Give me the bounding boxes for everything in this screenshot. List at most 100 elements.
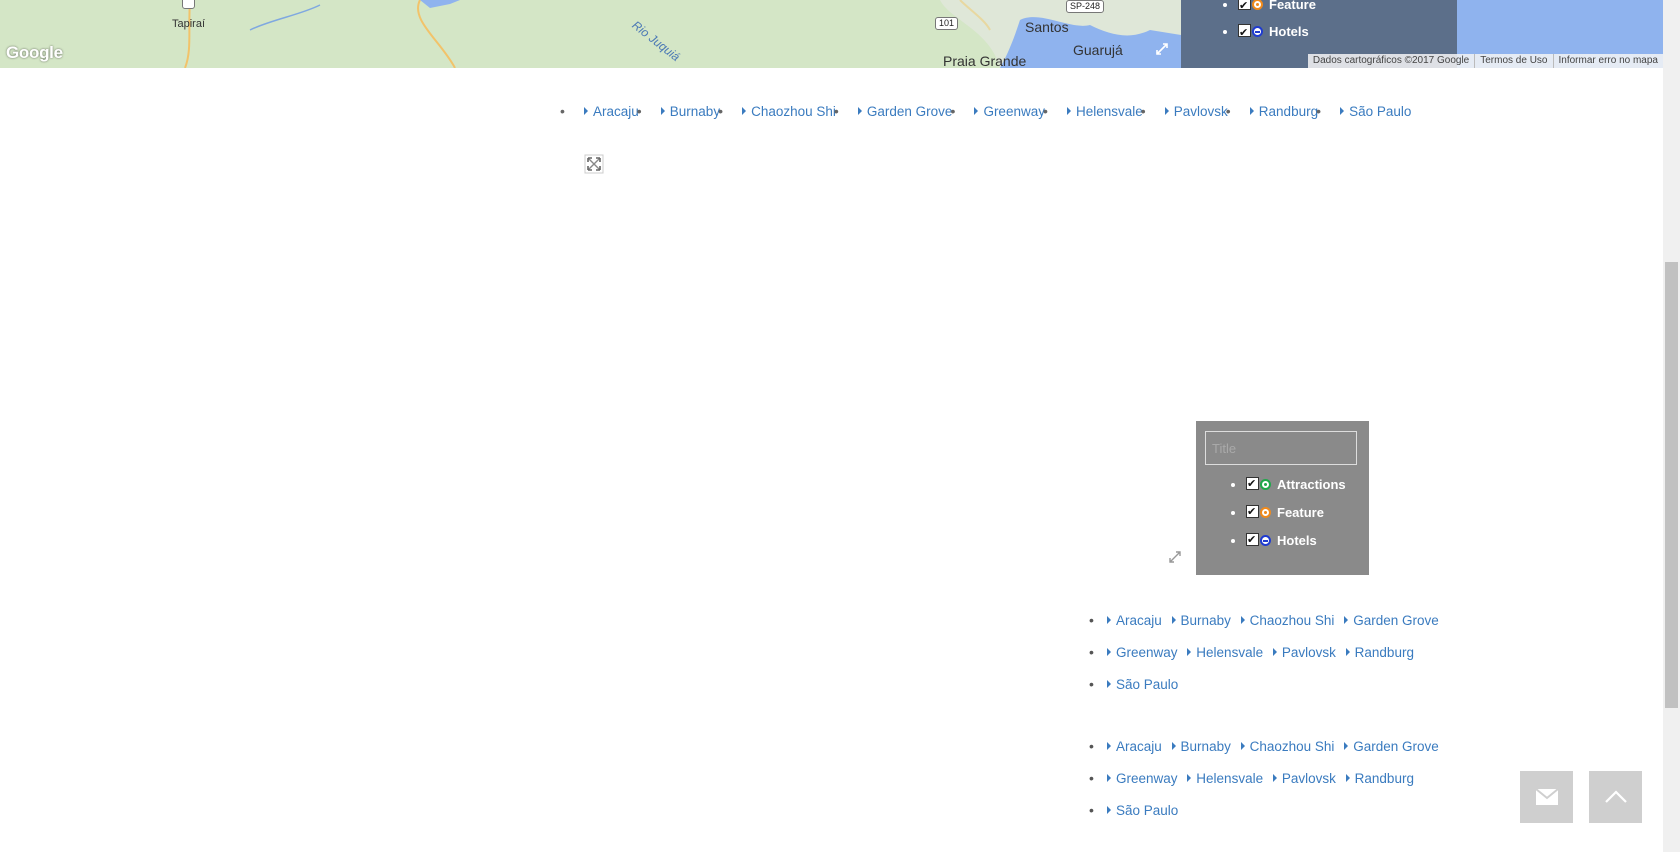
city-link[interactable]: Helensvale — [1196, 645, 1263, 660]
map-label-guaruja: Guarujá — [1073, 42, 1123, 58]
city-block-list: Aracaju Burnaby Chaozhou Shi Garden Grov… — [1085, 736, 1445, 833]
caret-right-icon — [1187, 774, 1192, 782]
caret-right-icon — [1107, 774, 1111, 782]
legend-list: Attractions Feature Hotels — [1196, 475, 1346, 560]
caret-right-icon — [1171, 742, 1176, 750]
caret-right-icon — [974, 107, 979, 115]
route-shield-sp248: SP-248 — [1066, 0, 1105, 13]
checkbox[interactable] — [1246, 503, 1259, 521]
caret-right-icon — [584, 107, 588, 115]
scrollbar-thumb[interactable] — [1665, 262, 1678, 708]
city-link[interactable]: Pavlovsk — [1174, 104, 1228, 119]
checkbox[interactable] — [1238, 0, 1251, 17]
city-link[interactable]: Greenway — [1116, 645, 1178, 660]
checkbox[interactable] — [1246, 531, 1259, 549]
city-link-item[interactable]: Burnaby — [637, 103, 720, 119]
caret-right-icon — [742, 107, 747, 115]
caret-right-icon — [1345, 774, 1350, 782]
map-legend-item-hotels[interactable]: Hotels — [1238, 21, 1316, 48]
city-list-row: Aracaju Burnaby Chaozhou Shi Garden Grov… — [1085, 610, 1445, 643]
city-link-item[interactable]: Greenway — [950, 103, 1045, 119]
map-fullscreen-icon[interactable] — [1155, 42, 1169, 56]
city-link-item[interactable]: Helensvale — [1043, 103, 1143, 119]
city-link[interactable]: São Paulo — [1116, 677, 1178, 692]
city-link[interactable]: Randburg — [1259, 104, 1318, 119]
legend-item-feature[interactable]: Feature — [1246, 503, 1346, 532]
envelope-icon — [1534, 788, 1559, 805]
city-link[interactable]: Greenway — [1116, 771, 1178, 786]
caret-right-icon — [857, 107, 862, 115]
caret-right-icon — [1171, 616, 1176, 624]
city-link[interactable]: Garden Grove — [1353, 613, 1439, 628]
terms-link[interactable]: Termos de Uso — [1474, 54, 1552, 68]
city-link[interactable]: Greenway — [983, 104, 1045, 119]
caret-right-icon — [1345, 648, 1350, 656]
city-link[interactable]: Garden Grove — [1353, 739, 1439, 754]
legend-item-attractions[interactable]: Attractions — [1246, 475, 1346, 504]
map-label-santos: Santos — [1025, 19, 1069, 35]
caret-right-icon — [660, 107, 665, 115]
caret-right-icon — [1272, 774, 1277, 782]
resize-icon[interactable] — [1168, 550, 1182, 564]
city-link[interactable]: Burnaby — [670, 104, 720, 119]
map-legend-item-feature[interactable]: Feature — [1238, 0, 1316, 21]
map-attribution: Dados cartográficos ©2017 Google Termos … — [1307, 54, 1664, 68]
city-link[interactable]: Chaozhou Shi — [751, 104, 836, 119]
city-link[interactable]: Burnaby — [1181, 739, 1231, 754]
city-link[interactable]: Garden Grove — [867, 104, 953, 119]
caret-right-icon — [1107, 616, 1111, 624]
report-error-link[interactable]: Informar erro no mapa — [1552, 54, 1664, 68]
city-link[interactable]: Aracaju — [593, 104, 639, 119]
orange-pin-icon — [1260, 507, 1271, 518]
caret-right-icon — [1344, 742, 1349, 750]
checkbox[interactable] — [1238, 22, 1251, 44]
city-link-item[interactable]: Chaozhou Shi — [718, 103, 836, 119]
city-link-item[interactable]: São Paulo — [1316, 103, 1411, 119]
city-link[interactable]: Burnaby — [1181, 613, 1231, 628]
city-link[interactable]: Helensvale — [1076, 104, 1143, 119]
blue-pin-icon — [1260, 535, 1271, 546]
city-link[interactable]: Aracaju — [1116, 613, 1162, 628]
city-link[interactable]: Helensvale — [1196, 771, 1263, 786]
google-map[interactable]: Tapiraí Rio Juquiá 101 SP-248 Santos Gua… — [0, 0, 1663, 68]
caret-right-icon — [1107, 742, 1111, 750]
city-link-item[interactable]: Pavlovsk — [1141, 103, 1228, 119]
checkbox[interactable] — [1246, 475, 1259, 493]
city-list-row: Aracaju Burnaby Chaozhou Shi Garden Grov… — [1085, 736, 1445, 769]
green-pin-icon — [1260, 479, 1271, 490]
scroll-to-top-button[interactable] — [1589, 771, 1642, 823]
city-link[interactable]: Aracaju — [1116, 739, 1162, 754]
caret-right-icon — [1272, 648, 1277, 656]
city-link[interactable]: Pavlovsk — [1282, 645, 1336, 660]
city-link[interactable]: Randburg — [1355, 771, 1414, 786]
city-list-row: São Paulo — [1085, 674, 1445, 707]
caret-right-icon — [1164, 107, 1169, 115]
city-link[interactable]: Chaozhou Shi — [1250, 613, 1335, 628]
city-link-item[interactable]: Randburg — [1226, 103, 1318, 119]
city-link[interactable]: São Paulo — [1116, 803, 1178, 818]
google-logo[interactable]: Google — [6, 43, 63, 63]
legend-panel: Attractions Feature Hotels — [1196, 421, 1369, 575]
caret-right-icon — [1066, 107, 1071, 115]
city-list-row: Greenway Helensvale Pavlovsk Randburg — [1085, 642, 1445, 675]
legend-label: Attractions — [1277, 477, 1346, 492]
city-link-item[interactable]: Garden Grove — [834, 103, 953, 119]
city-link[interactable]: Randburg — [1355, 645, 1414, 660]
city-link[interactable]: São Paulo — [1349, 104, 1411, 119]
contact-button[interactable] — [1520, 771, 1573, 823]
caret-right-icon — [1340, 107, 1345, 115]
caret-right-icon — [1240, 742, 1245, 750]
caret-right-icon — [1107, 680, 1111, 688]
caret-right-icon — [1344, 616, 1349, 624]
legend-item-hotels[interactable]: Hotels — [1246, 531, 1346, 560]
city-link[interactable]: Chaozhou Shi — [1250, 739, 1335, 754]
orange-pin-icon — [1252, 0, 1263, 10]
city-link-item[interactable]: Aracaju — [560, 103, 639, 119]
expand-icon[interactable] — [584, 154, 604, 174]
legend-label: Feature — [1269, 0, 1316, 12]
city-list-row: São Paulo — [1085, 800, 1445, 833]
caret-right-icon — [1240, 616, 1245, 624]
title-input[interactable] — [1205, 431, 1357, 465]
city-block-list: Aracaju Burnaby Chaozhou Shi Garden Grov… — [1085, 610, 1445, 707]
city-link[interactable]: Pavlovsk — [1282, 771, 1336, 786]
